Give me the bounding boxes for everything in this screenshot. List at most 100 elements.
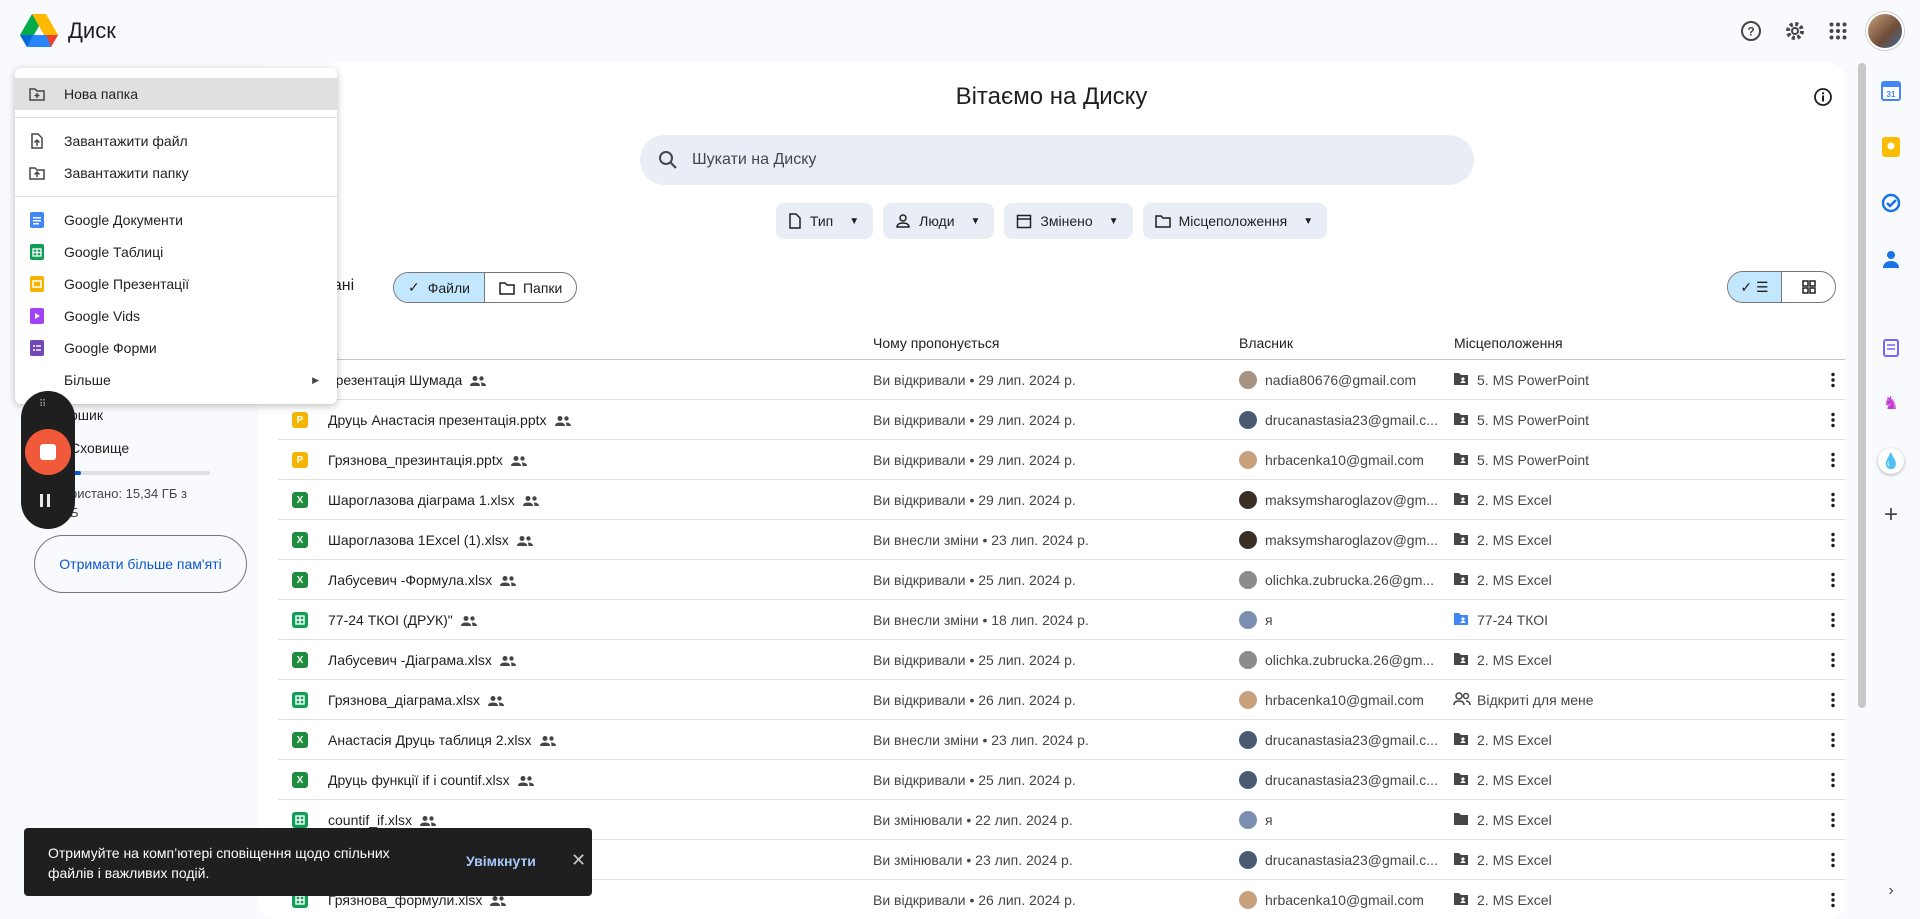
file-location[interactable]: 2. MS Excel	[1477, 812, 1552, 828]
more-actions-icon[interactable]	[1823, 850, 1843, 873]
filter-modified-chip[interactable]: Змінено ▼	[1004, 203, 1133, 239]
column-header-reason[interactable]: Чому пропонується	[873, 335, 999, 351]
file-location[interactable]: 2. MS Excel	[1477, 532, 1552, 548]
file-location[interactable]: Відкриті для мене	[1477, 692, 1594, 708]
app-title[interactable]: Диск	[68, 18, 116, 44]
file-location[interactable]: 2. MS Excel	[1477, 772, 1552, 788]
get-more-storage-button[interactable]: Отримати більше пам'яті	[34, 535, 247, 593]
file-row[interactable]: X Шароглазова діаграма 1.xlsx Ви відкривал…	[278, 480, 1845, 520]
file-row[interactable]: X Анастасія Друць таблиця 2.xlsx Ви внесли…	[278, 720, 1845, 760]
filter-people-chip[interactable]: Люди ▼	[883, 203, 995, 239]
drive-logo-icon[interactable]	[20, 14, 58, 48]
close-icon[interactable]: ✕	[571, 850, 586, 871]
info-icon[interactable]	[1813, 87, 1833, 112]
file-row[interactable]: X Шароглазова 1Excel (1).xlsx Ви внесли зм…	[278, 520, 1845, 560]
file-row[interactable]: Pпрезентація ШумадаВи відкривали • 29 ли…	[278, 360, 1845, 400]
file-name[interactable]: Лабусевич -Діаграма.xlsx	[328, 652, 516, 670]
more-actions-icon[interactable]	[1823, 690, 1843, 713]
droplet-addon-icon[interactable]: 💧	[1878, 448, 1904, 474]
file-name[interactable]: Друць функції if і countif.xlsx	[328, 772, 534, 790]
stop-recording-button[interactable]	[25, 429, 71, 475]
file-location[interactable]: 2. MS Excel	[1477, 732, 1552, 748]
sidebar-item-storage[interactable]: Сховище	[70, 440, 129, 456]
suggestion-reason: Ви відкривали • 25 лип. 2024 р.	[873, 652, 1076, 668]
file-location[interactable]: 5. MS PowerPoint	[1477, 452, 1589, 468]
more-actions-icon[interactable]	[1823, 530, 1843, 553]
more-actions-icon[interactable]	[1823, 730, 1843, 753]
file-name[interactable]: 77-24 ТКОІ (ДРУК)"	[328, 612, 477, 630]
file-name[interactable]: Шароглазова 1Excel (1).xlsx	[328, 532, 533, 550]
file-row[interactable]: P Грязнова_презинтація.pptx Ви відкривали …	[278, 440, 1845, 480]
column-header-location[interactable]: Місцеположення	[1454, 335, 1563, 351]
google-forms-icon	[29, 340, 45, 356]
file-row[interactable]: 77-24 ТКОІ (ДРУК)" Ви внесли зміни • 18 л…	[278, 600, 1845, 640]
more-actions-icon[interactable]	[1823, 650, 1843, 673]
pause-recording-button[interactable]	[40, 494, 50, 507]
more-actions-icon[interactable]	[1823, 770, 1843, 793]
files-tab[interactable]: ✓ Файли	[394, 273, 485, 302]
menu-google-vids[interactable]: Google Vids	[15, 300, 337, 332]
file-name[interactable]: Шароглазова діаграма 1.xlsx	[328, 492, 539, 510]
enable-notifications-button[interactable]: Увімкнути	[466, 853, 536, 869]
more-actions-icon[interactable]	[1823, 410, 1843, 433]
grid-view-icon	[1801, 280, 1816, 294]
search-input[interactable]: Шукати на Диску	[692, 151, 816, 169]
file-name[interactable]: Грязнова_презинтація.pptx	[328, 452, 527, 470]
menu-google-forms[interactable]: Google Форми	[15, 332, 337, 364]
drag-handle-icon[interactable]: ⠿	[39, 399, 47, 410]
file-row[interactable]: X Друць функції if і countif.xlsx Ви відкр…	[278, 760, 1845, 800]
file-name[interactable]: Друць Анастасія презентація.pptx	[328, 412, 571, 430]
keep-app-icon[interactable]	[1880, 136, 1902, 158]
more-actions-icon[interactable]	[1823, 490, 1843, 513]
menu-upload-folder[interactable]: Завантажити папку	[15, 157, 337, 189]
more-actions-icon[interactable]	[1823, 890, 1843, 913]
file-row[interactable]: Грязнова_діаграма.xlsx Ви відкривали • 26…	[278, 680, 1845, 720]
file-location[interactable]: 2. MS Excel	[1477, 492, 1552, 508]
owner-avatar	[1239, 371, 1257, 389]
file-location[interactable]: 77-24 ТКОІ	[1477, 612, 1548, 628]
menu-new-folder[interactable]: Нова папка	[15, 78, 337, 110]
more-actions-icon[interactable]	[1823, 810, 1843, 833]
menu-google-sheets[interactable]: Google Таблиці	[15, 236, 337, 268]
more-actions-icon[interactable]	[1823, 450, 1843, 473]
file-location[interactable]: 2. MS Excel	[1477, 892, 1552, 908]
tasks-app-icon[interactable]	[1880, 192, 1902, 214]
file-location[interactable]: 2. MS Excel	[1477, 852, 1552, 868]
unicorn-addon-icon[interactable]: ♞	[1880, 392, 1902, 414]
folders-tab[interactable]: Папки	[485, 273, 576, 302]
add-addon-icon[interactable]: +	[1880, 501, 1902, 528]
contacts-app-icon[interactable]	[1880, 248, 1902, 270]
menu-google-slides[interactable]: Google Презентації	[15, 268, 337, 300]
scrollbar[interactable]	[1858, 63, 1866, 708]
file-location[interactable]: 5. MS PowerPoint	[1477, 412, 1589, 428]
apps-grid-icon[interactable]	[1826, 19, 1850, 43]
menu-google-docs[interactable]: Google Документи	[15, 204, 337, 236]
calendar-app-icon[interactable]: 31	[1880, 80, 1902, 102]
filter-location-chip[interactable]: Місцеположення ▼	[1142, 203, 1328, 239]
more-actions-icon[interactable]	[1823, 570, 1843, 593]
menu-upload-file[interactable]: Завантажити файл	[15, 125, 337, 157]
column-header-owner[interactable]: Власник	[1239, 335, 1293, 351]
search-bar[interactable]: Шукати на Диску	[640, 135, 1474, 185]
more-actions-icon[interactable]	[1823, 370, 1843, 393]
file-location[interactable]: 2. MS Excel	[1477, 572, 1552, 588]
notes-addon-icon[interactable]	[1880, 337, 1902, 359]
list-view-button[interactable]: ✓ ☰	[1728, 272, 1782, 302]
file-row[interactable]: X Лабусевич -Діаграма.xlsx Ви відкривали •…	[278, 640, 1845, 680]
file-location[interactable]: 2. MS Excel	[1477, 652, 1552, 668]
menu-more[interactable]: Більше ▶	[15, 364, 337, 396]
file-name[interactable]: презентація Шумада	[328, 372, 487, 390]
file-row[interactable]: X Лабусевич -Формула.xlsx Ви відкривали • …	[278, 560, 1845, 600]
expand-panel-icon[interactable]: ›	[1880, 880, 1902, 902]
help-icon[interactable]: ?	[1739, 19, 1763, 43]
settings-gear-icon[interactable]	[1783, 19, 1807, 43]
file-name[interactable]: Анастасія Друць таблиця 2.xlsx	[328, 732, 556, 750]
filter-type-chip[interactable]: Тип ▼	[775, 203, 874, 239]
grid-view-button[interactable]	[1782, 272, 1835, 302]
file-row[interactable]: P Друць Анастасія презентація.pptx Ви відк…	[278, 400, 1845, 440]
file-name[interactable]: Грязнова_діаграма.xlsx	[328, 692, 504, 710]
file-name[interactable]: Лабусевич -Формула.xlsx	[328, 572, 517, 590]
more-actions-icon[interactable]	[1823, 610, 1843, 633]
file-location[interactable]: 5. MS PowerPoint	[1477, 372, 1589, 388]
account-avatar[interactable]	[1866, 12, 1904, 50]
